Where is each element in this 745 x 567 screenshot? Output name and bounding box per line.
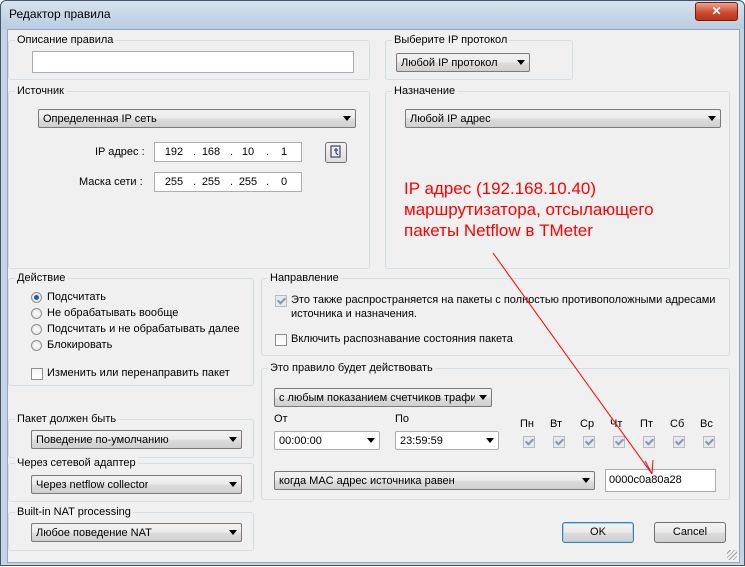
rule-editor-window: Редактор правила ✕ Описание правила Выбе…: [0, 0, 745, 566]
annotation-arrow-line: [492, 252, 653, 475]
annotation-arrow-head: [644, 459, 654, 475]
annotation-arrow: [492, 252, 654, 475]
